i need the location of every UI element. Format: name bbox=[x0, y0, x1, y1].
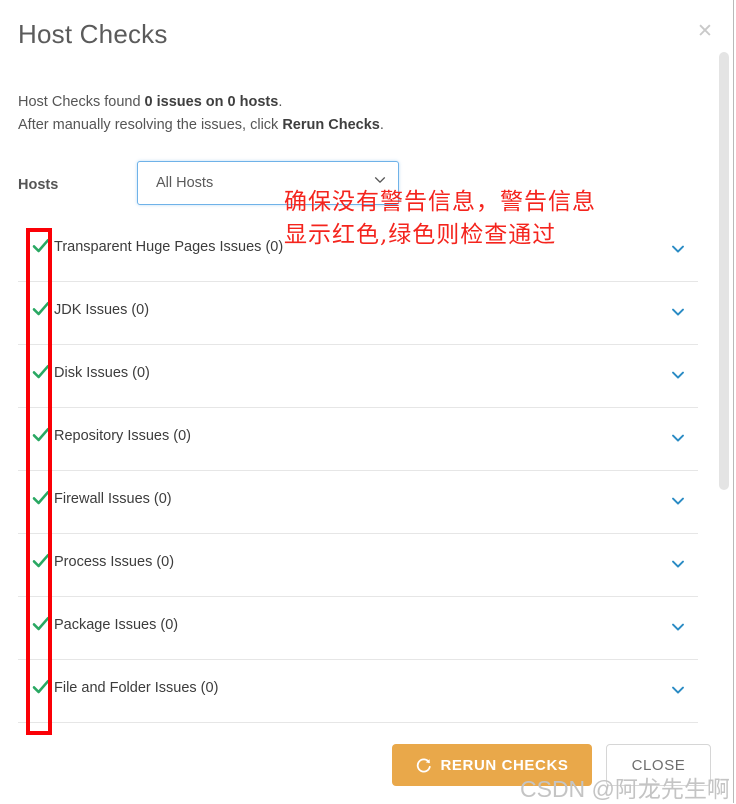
check-row-label: JDK Issues (0) bbox=[54, 302, 150, 318]
dialog-body: Host Checks ✕ Host Checks found 0 issues… bbox=[0, 0, 713, 803]
summary-line1-pre: Host Checks found bbox=[18, 94, 145, 110]
refresh-icon bbox=[417, 757, 432, 772]
check-row[interactable]: Process Issues (0) bbox=[18, 534, 698, 597]
check-row[interactable]: Disk Issues (0) bbox=[18, 345, 698, 408]
summary-line2-post: . bbox=[379, 117, 384, 133]
check-row-label: Package Issues (0) bbox=[54, 617, 179, 633]
green-check-icon bbox=[32, 238, 50, 253]
hosts-select-value: All Hosts bbox=[156, 175, 214, 191]
check-row[interactable]: JDK Issues (0) bbox=[18, 282, 698, 345]
check-row[interactable]: File and Folder Issues (0) bbox=[18, 660, 698, 723]
chevron-down-icon[interactable] bbox=[670, 619, 686, 635]
green-check-icon bbox=[32, 490, 50, 505]
check-row-label: Process Issues (0) bbox=[54, 554, 175, 570]
green-check-icon bbox=[32, 679, 50, 694]
green-check-icon bbox=[32, 301, 50, 316]
summary-line-1: Host Checks found 0 issues on 0 hosts. bbox=[18, 91, 384, 114]
page-title: Host Checks bbox=[18, 19, 168, 49]
summary-line-2: After manually resolving the issues, cli… bbox=[18, 114, 384, 137]
hosts-filter-label: Hosts bbox=[18, 177, 59, 193]
check-row-label: Transparent Huge Pages Issues (0) bbox=[54, 239, 284, 255]
chevron-down-icon bbox=[374, 177, 386, 183]
rerun-checks-button[interactable]: RERUN CHECKS bbox=[392, 744, 592, 786]
vertical-scrollbar[interactable] bbox=[715, 0, 733, 803]
summary-line1-post: . bbox=[278, 94, 283, 110]
check-row[interactable]: Transparent Huge Pages Issues (0) bbox=[18, 219, 698, 282]
summary-line2-pre: After manually resolving the issues, cli… bbox=[18, 117, 283, 133]
check-row[interactable]: Firewall Issues (0) bbox=[18, 471, 698, 534]
summary-line2-bold: Rerun Checks bbox=[282, 117, 380, 133]
green-check-icon bbox=[32, 553, 50, 568]
hosts-select[interactable]: All Hosts bbox=[137, 161, 399, 205]
summary-text: Host Checks found 0 issues on 0 hosts. A… bbox=[18, 91, 384, 137]
chevron-down-icon[interactable] bbox=[670, 493, 686, 509]
host-checks-list: Transparent Huge Pages Issues (0) JDK Iss… bbox=[18, 219, 698, 723]
green-check-icon bbox=[32, 364, 50, 379]
check-row[interactable]: Repository Issues (0) bbox=[18, 408, 698, 471]
green-check-icon bbox=[32, 616, 50, 631]
rerun-checks-label: RERUN CHECKS bbox=[440, 756, 569, 774]
chevron-down-icon[interactable] bbox=[670, 430, 686, 446]
green-check-icon bbox=[32, 427, 50, 442]
check-row-label: Disk Issues (0) bbox=[54, 365, 150, 381]
panel-right-border bbox=[733, 0, 734, 803]
check-row-label: File and Folder Issues (0) bbox=[54, 680, 219, 696]
scrollbar-thumb[interactable] bbox=[719, 52, 729, 490]
check-row[interactable]: Package Issues (0) bbox=[18, 597, 698, 660]
check-row-label: Repository Issues (0) bbox=[54, 428, 191, 444]
chevron-down-icon[interactable] bbox=[670, 682, 686, 698]
chevron-down-icon[interactable] bbox=[670, 304, 686, 320]
summary-line1-bold: 0 issues on 0 hosts bbox=[144, 94, 279, 110]
chevron-down-icon[interactable] bbox=[670, 556, 686, 572]
check-row-label: Firewall Issues (0) bbox=[54, 491, 172, 507]
chevron-down-icon[interactable] bbox=[670, 241, 686, 257]
close-x-icon[interactable]: ✕ bbox=[694, 20, 713, 42]
host-checks-dialog: Host Checks ✕ Host Checks found 0 issues… bbox=[0, 0, 736, 803]
chevron-down-icon[interactable] bbox=[670, 367, 686, 383]
close-button[interactable]: CLOSE bbox=[606, 744, 711, 786]
